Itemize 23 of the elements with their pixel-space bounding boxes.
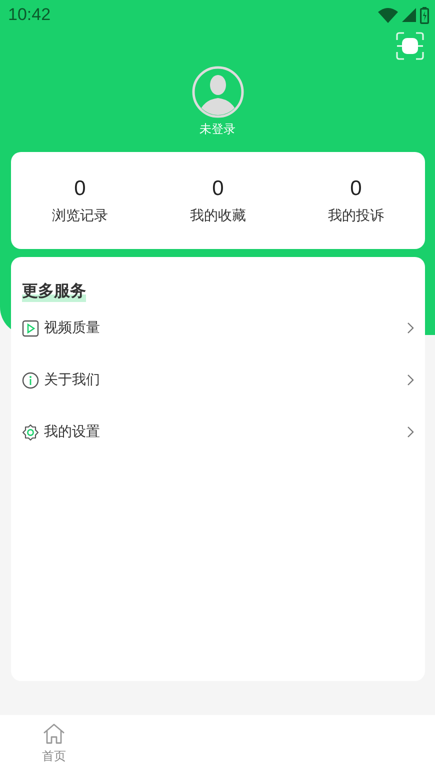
battery-icon [420, 6, 429, 24]
chevron-icon [407, 426, 414, 438]
status-time: 10:42 [8, 5, 51, 25]
stat-count: 0 [350, 176, 362, 200]
stat-label[interactable]: 我的投诉 [328, 206, 384, 224]
menu-item[interactable]: 视频质量 [22, 302, 414, 354]
stat-label[interactable]: 浏览记录 [52, 206, 108, 224]
avatar-icon[interactable] [192, 66, 244, 118]
menu-item[interactable]: 我的设置 [22, 406, 414, 458]
menu-item[interactable]: 关于我们 [22, 354, 414, 406]
home-icon [42, 723, 66, 745]
stat-label[interactable]: 我的收藏 [190, 206, 246, 224]
chevron-icon [407, 322, 414, 334]
scan-icon[interactable] [396, 32, 424, 60]
stat-count: 0 [74, 176, 86, 200]
info-icon [22, 372, 39, 388]
play-icon [22, 320, 39, 336]
wifi-icon [378, 8, 398, 22]
stat-count: 0 [212, 176, 224, 200]
section-title: 更多服务 [22, 281, 86, 302]
signal-icon [402, 8, 416, 22]
chevron-icon [407, 374, 414, 386]
gear-icon [22, 424, 39, 440]
